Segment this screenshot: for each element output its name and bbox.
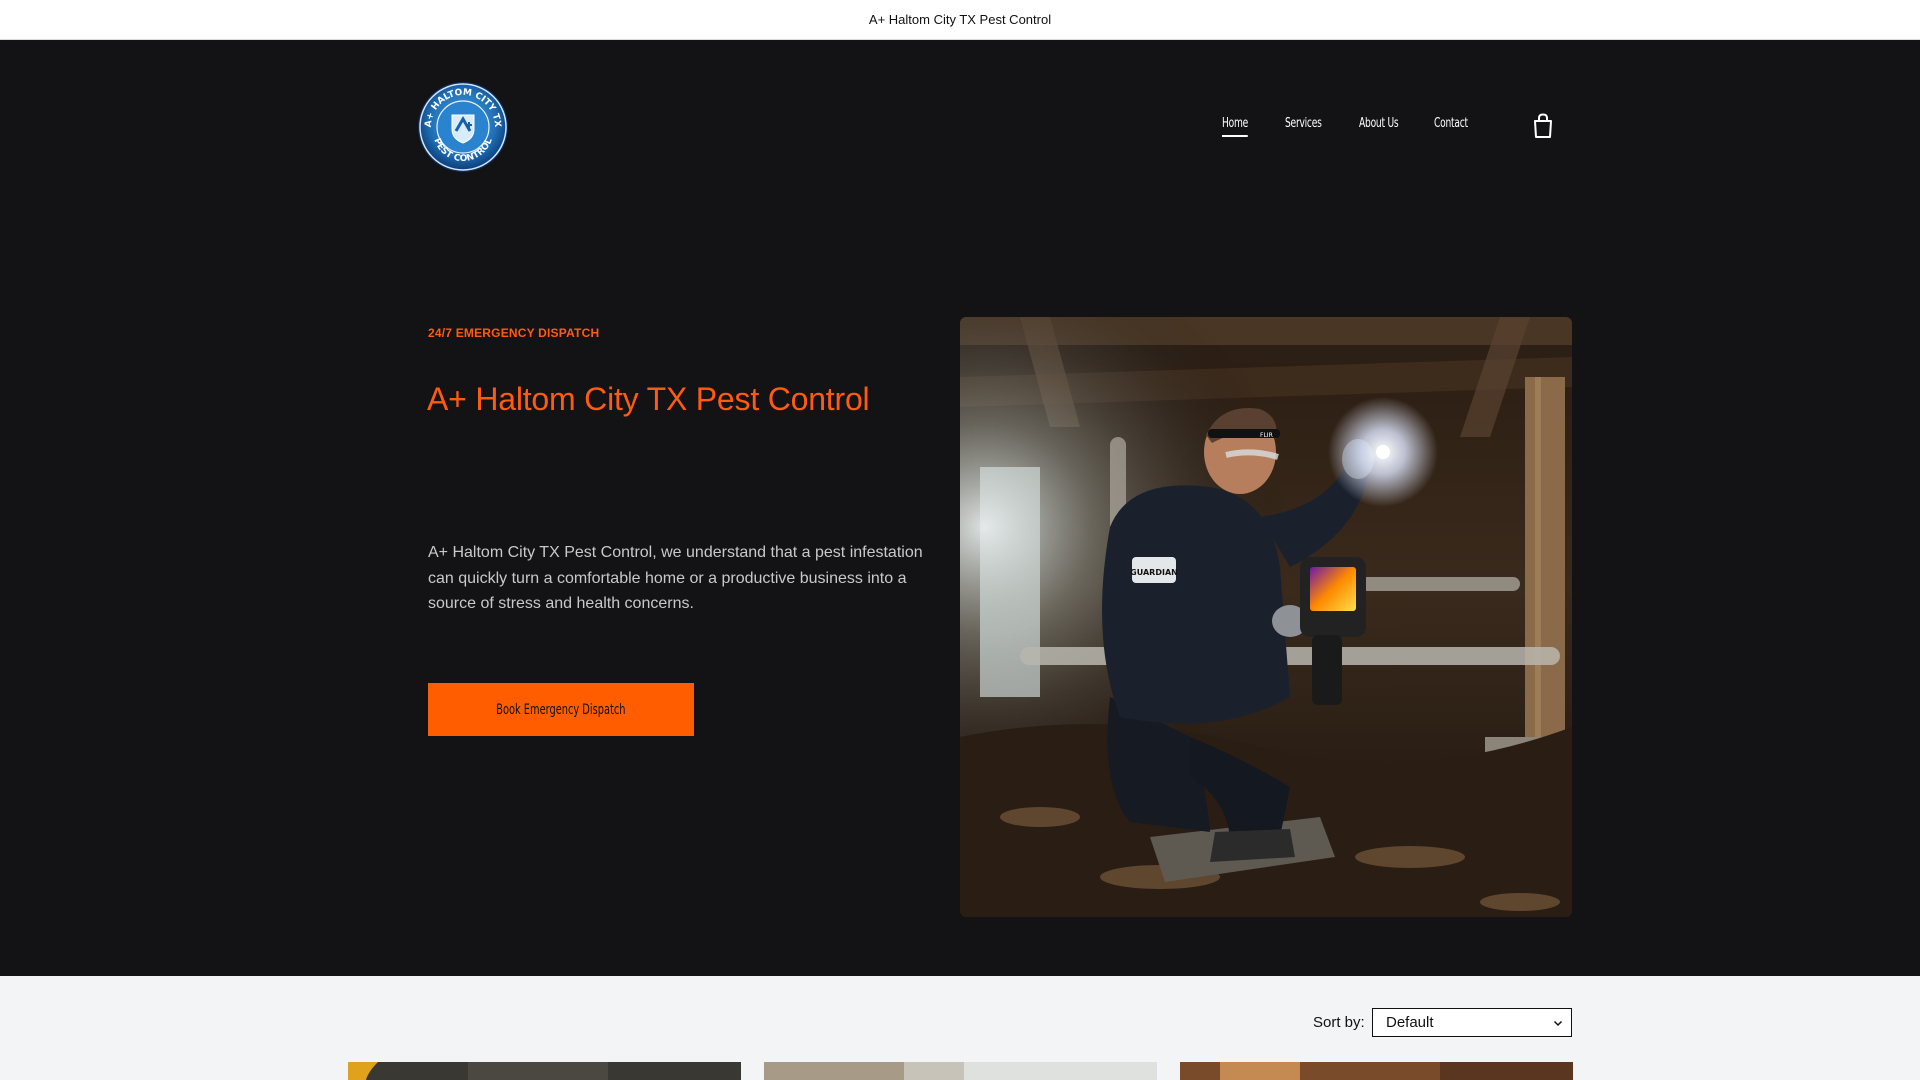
hero-description: A+ Haltom City TX Pest Control, we under…: [428, 544, 923, 612]
nav-item-home[interactable]: Home: [1222, 116, 1249, 137]
hero-title: A+ Haltom City TX Pest Control: [427, 381, 870, 417]
product-card[interactable]: [1180, 1062, 1573, 1080]
announcement-text: A+ Haltom City TX Pest Control: [868, 12, 1052, 27]
cta-label: Book Emergency Dispatch: [496, 701, 626, 718]
book-emergency-dispatch-button[interactable]: Book Emergency Dispatch: [428, 683, 694, 736]
product-card[interactable]: [348, 1062, 741, 1080]
sort-label: Sort by:: [1313, 1014, 1365, 1031]
nav-item-services[interactable]: Services: [1285, 116, 1322, 131]
nav-item-about-us[interactable]: About Us: [1359, 116, 1399, 131]
shopping-bag-icon: [1534, 113, 1552, 138]
uniform-badge-text: GUARDIAN: [1130, 568, 1178, 577]
sort-select-value: Default: [1386, 1014, 1434, 1031]
product-card[interactable]: [764, 1062, 1157, 1080]
chevron-down-icon: [1553, 1020, 1563, 1027]
headlamp-brand-text: FLIR: [1260, 432, 1273, 439]
sort-select[interactable]: Default: [1372, 1008, 1572, 1037]
hero-image: GUARDIAN FLIR: [960, 317, 1572, 917]
hero-kicker: 24/7 EMERGENCY DISPATCH: [428, 326, 600, 340]
announcement-bar: A+ Haltom City TX Pest Control: [0, 0, 1920, 40]
cart-button[interactable]: [1532, 113, 1554, 139]
site-logo[interactable]: A+ HALTOM CITY TX PEST CONTROL: [417, 81, 509, 173]
nav-item-contact[interactable]: Contact: [1434, 116, 1468, 131]
